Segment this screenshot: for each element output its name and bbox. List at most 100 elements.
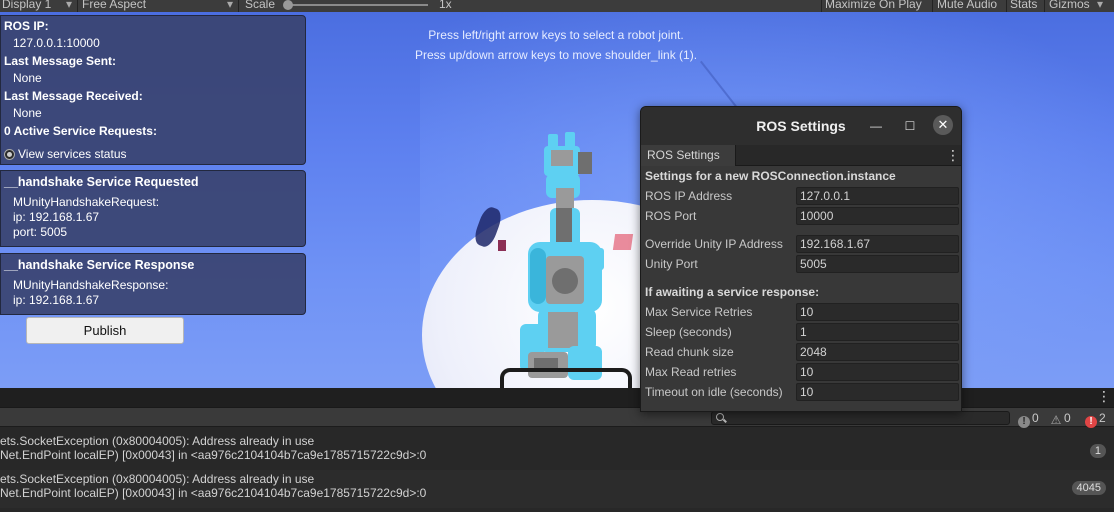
elbow-joint [552, 268, 578, 294]
log-stack: Net.EndPoint localEP) [0x00043] in <aa97… [0, 486, 427, 500]
info-icon: ! [1018, 416, 1030, 428]
log-collapse-count: 1 [1089, 444, 1106, 458]
response-line-2: ip: 192.168.1.67 [13, 293, 100, 307]
hint-line-2: Press up/down arrow keys to move shoulde… [414, 48, 698, 62]
game-view-toolbar: Display 1 ▾ Free Aspect ▾ Scale 1x Maxim… [0, 0, 1114, 12]
sleep-field[interactable]: 1 [796, 323, 959, 341]
unity-port-field[interactable]: 5005 [796, 255, 959, 273]
divider [821, 0, 822, 12]
override-ip-field[interactable]: 192.168.1.67 [796, 235, 959, 253]
error-count-toggle[interactable]: ! 2 [1085, 411, 1106, 428]
log-message: ets.SocketException (0x80004005): Addres… [0, 434, 315, 448]
last-sent-label: Last Message Sent: [4, 54, 117, 68]
request-line-1: MUnityHandshakeRequest: [13, 195, 160, 209]
chevron-down-icon: ▾ [227, 0, 234, 11]
service-request-panel: __handshake Service Requested MUnityHand… [0, 170, 306, 247]
sleep-label: Sleep (seconds) [645, 325, 732, 339]
last-sent-value: None [13, 71, 42, 85]
max-retries-label: Max Service Retries [645, 305, 753, 319]
console-search-input[interactable] [711, 411, 1010, 425]
last-received-label: Last Message Received: [4, 89, 143, 103]
ros-ip-value: 127.0.0.1:10000 [13, 36, 100, 50]
view-services-toggle[interactable]: View services status [4, 147, 127, 161]
log-collapse-count: 4045 [1071, 481, 1106, 495]
chunk-size-field[interactable]: 2048 [796, 343, 959, 361]
ros-status-panel: ROS IP: 127.0.0.1:10000 Last Message Sen… [0, 15, 306, 165]
gizmos-dropdown[interactable]: Gizmos [1049, 0, 1090, 10]
ros-settings-window: ROS Settings — ☐ ✕ ROS Settings ⋮ Settin… [640, 106, 962, 412]
aspect-dropdown[interactable]: Free Aspect [82, 0, 146, 10]
info-count: 0 [1032, 411, 1039, 425]
wrist-camera [578, 152, 592, 174]
scale-slider[interactable] [288, 4, 428, 6]
maximize-icon[interactable]: ☐ [901, 117, 919, 135]
ros-port-label: ROS Port [645, 209, 697, 223]
section-new-connection: Settings for a new ROSConnection.instanc… [645, 169, 896, 183]
response-line-1: MUnityHandshakeResponse: [13, 278, 169, 292]
window-title-bar[interactable]: ROS Settings — ☐ ✕ [641, 107, 961, 145]
search-icon [716, 413, 724, 421]
divider [932, 0, 933, 12]
timeout-field[interactable]: 10 [796, 383, 959, 401]
warning-count: 0 [1064, 411, 1071, 425]
chevron-down-icon: ▾ [66, 0, 73, 11]
request-line-2: ip: 192.168.1.67 [13, 210, 100, 224]
close-icon[interactable]: ✕ [933, 115, 953, 135]
view-services-label: View services status [18, 147, 127, 161]
hint-line-1: Press left/right arrow keys to select a … [428, 28, 684, 42]
timeout-label: Timeout on idle (seconds) [645, 385, 783, 399]
unity-port-label: Unity Port [645, 257, 698, 271]
request-line-3: port: 5005 [13, 225, 68, 239]
elbow-cap [590, 248, 604, 270]
kebab-menu-icon[interactable]: ⋮ [1097, 389, 1111, 403]
window-tab-bar: ROS Settings ⋮ [641, 145, 961, 166]
scale-slider-thumb[interactable] [283, 0, 293, 10]
request-title: __handshake Service Requested [4, 175, 199, 189]
active-requests-label: 0 Active Service Requests: [4, 124, 157, 138]
display-dropdown[interactable]: Display 1 [2, 0, 51, 10]
ros-ip-address-field[interactable]: 127.0.0.1 [796, 187, 959, 205]
divider [1006, 0, 1007, 12]
console-log-entry[interactable]: ets.SocketException (0x80004005): Addres… [0, 470, 1114, 508]
info-count-toggle[interactable]: ! 0 [1018, 411, 1039, 428]
error-icon: ! [1085, 416, 1097, 428]
wrist-joint [551, 150, 573, 166]
elbow-side [530, 248, 546, 304]
scale-label: Scale [245, 0, 276, 11]
minimize-icon[interactable]: — [867, 117, 885, 135]
divider [77, 0, 78, 12]
last-received-value: None [13, 106, 42, 120]
target-cube [612, 234, 634, 250]
section-service-response: If awaiting a service response: [645, 285, 820, 299]
log-message: ets.SocketException (0x80004005): Addres… [0, 472, 315, 486]
divider [238, 0, 239, 12]
kebab-menu-icon[interactable]: ⋮ [946, 148, 960, 162]
warning-count-toggle[interactable]: ⚠ 0 [1050, 411, 1071, 427]
radio-icon[interactable] [4, 149, 15, 160]
error-count: 2 [1099, 411, 1106, 425]
ros-port-field[interactable]: 10000 [796, 207, 959, 225]
max-retries-field[interactable]: 10 [796, 303, 959, 321]
log-stack: Net.EndPoint localEP) [0x00043] in <aa97… [0, 448, 427, 462]
scale-value: 1x [439, 0, 452, 11]
placement-marker [498, 240, 506, 251]
ros-ip-address-label: ROS IP Address [645, 189, 733, 203]
warning-icon: ⚠ [1050, 413, 1062, 427]
ros-ip-label: ROS IP: [4, 19, 49, 33]
tab-ros-settings[interactable]: ROS Settings [641, 145, 736, 166]
divider [1044, 0, 1045, 12]
chunk-size-label: Read chunk size [645, 345, 734, 359]
publish-button[interactable]: Publish [26, 317, 184, 344]
override-ip-label: Override Unity IP Address [645, 237, 783, 251]
chevron-down-icon: ▾ [1097, 0, 1104, 11]
base-ring [500, 368, 632, 388]
shoulder-motor [548, 312, 578, 348]
stats-toggle[interactable]: Stats [1010, 0, 1037, 10]
maximize-on-play-toggle[interactable]: Maximize On Play [825, 0, 922, 10]
read-retries-label: Max Read retries [645, 365, 737, 379]
console-log-entry[interactable]: ets.SocketException (0x80004005): Addres… [0, 432, 1114, 470]
mute-audio-toggle[interactable]: Mute Audio [937, 0, 997, 10]
service-response-panel: __handshake Service Response MUnityHands… [0, 253, 306, 315]
response-title: __handshake Service Response [4, 258, 195, 272]
read-retries-field[interactable]: 10 [796, 363, 959, 381]
